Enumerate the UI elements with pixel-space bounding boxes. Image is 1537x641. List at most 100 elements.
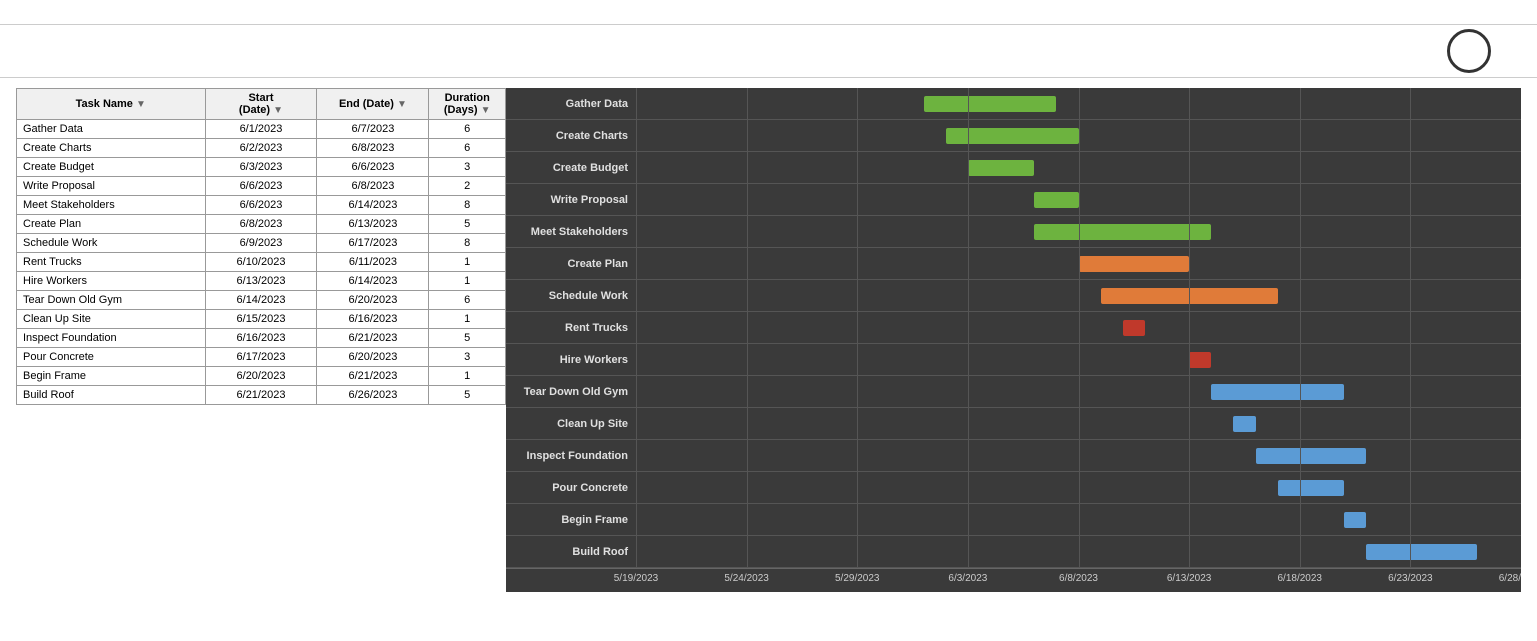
task-duration: 5 [429,329,506,348]
main-content: Task Name ▼ Start(Date) ▼ End (Date) ▼ D… [0,78,1537,602]
gantt-axis-date: 6/23/2023 [1388,573,1433,584]
th-start: Start(Date) ▼ [205,89,317,120]
table-row: Hire Workers 6/13/2023 6/14/2023 1 [17,272,506,291]
task-name: Create Charts [17,139,206,158]
gantt-axis-date: 6/18/2023 [1278,573,1323,584]
task-start: 6/10/2023 [205,253,317,272]
gantt-container: Gather DataCreate ChartsCreate BudgetWri… [506,88,1521,592]
gantt-vline [636,88,637,120]
gantt-axis-date: 6/3/2023 [948,573,987,584]
gantt-vline [1189,184,1190,216]
gantt-bar [1189,352,1211,368]
task-duration: 1 [429,253,506,272]
gantt-vline [636,120,637,152]
gantt-axis-date: 5/29/2023 [835,573,880,584]
dur-filter-icon[interactable]: ▼ [481,105,491,116]
gantt-vline [636,536,637,568]
gantt-vline [1410,120,1411,152]
task-start: 6/20/2023 [205,367,317,386]
gantt-vline [968,536,969,568]
task-start: 6/9/2023 [205,234,317,253]
gantt-vline [1189,248,1190,280]
gantt-vline [747,344,748,376]
task-duration: 6 [429,291,506,310]
gantt-vline [968,248,969,280]
gantt-vline [636,376,637,408]
gantt-vline [747,88,748,120]
gantt-vline [857,216,858,248]
gantt-task-label: Create Charts [506,130,636,142]
gantt-vline [1079,472,1080,504]
gantt-bar [1034,192,1078,208]
gantt-vline [857,248,858,280]
gantt-vline [857,280,858,312]
gantt-vline [968,216,969,248]
gantt-bar [1366,544,1477,560]
th-task: Task Name ▼ [17,89,206,120]
gantt-vline [747,504,748,536]
gantt-vline [1079,504,1080,536]
gantt-bars [636,536,1521,568]
task-start: 6/1/2023 [205,120,317,139]
task-duration: 2 [429,177,506,196]
gantt-vline [1410,504,1411,536]
gantt-vline [747,536,748,568]
gantt-vline [747,216,748,248]
gantt-vline [857,312,858,344]
gantt-vline [1300,184,1301,216]
gantt-vline [636,280,637,312]
task-end: 6/26/2023 [317,386,429,405]
gantt-bar [1211,384,1344,400]
gantt-vline [1300,536,1301,568]
gantt-vline [857,408,858,440]
task-duration: 1 [429,310,506,329]
task-name: Tear Down Old Gym [17,291,206,310]
gantt-bars [636,248,1521,280]
task-start: 6/6/2023 [205,196,317,215]
gantt-vline [857,88,858,120]
gantt-vline [857,536,858,568]
table-row: Build Roof 6/21/2023 6/26/2023 5 [17,386,506,405]
task-filter-icon[interactable]: ▼ [136,99,146,110]
start-filter-icon[interactable]: ▼ [273,105,283,116]
gantt-vline [1079,312,1080,344]
table-row: Create Budget 6/3/2023 6/6/2023 3 [17,158,506,177]
gantt-row: Tear Down Old Gym [506,376,1521,408]
table-row: Create Plan 6/8/2023 6/13/2023 5 [17,215,506,234]
gantt-vline [1410,408,1411,440]
gantt-vline [1189,88,1190,120]
gantt-vline [1410,216,1411,248]
gantt-vline [636,152,637,184]
gantt-vline [636,344,637,376]
table-row: Pour Concrete 6/17/2023 6/20/2023 3 [17,348,506,367]
gantt-vline [1300,312,1301,344]
table-row: Write Proposal 6/6/2023 6/8/2023 2 [17,177,506,196]
gantt-vline [1189,440,1190,472]
gantt-vline [636,472,637,504]
gantt-vline [1300,88,1301,120]
task-end: 6/20/2023 [317,348,429,367]
task-name: Gather Data [17,120,206,139]
task-end: 6/16/2023 [317,310,429,329]
gantt-vline [1300,152,1301,184]
gantt-vline [636,216,637,248]
gantt-vline [747,248,748,280]
task-duration: 8 [429,234,506,253]
gantt-bar [1079,256,1190,272]
gantt-task-label: Rent Trucks [506,322,636,334]
gantt-vline [636,184,637,216]
gantt-vline [1410,248,1411,280]
task-duration: 6 [429,120,506,139]
task-end: 6/20/2023 [317,291,429,310]
gantt-vline [968,184,969,216]
gantt-vline [1079,440,1080,472]
task-duration: 3 [429,348,506,367]
end-filter-icon[interactable]: ▼ [397,99,407,110]
gantt-task-label: Meet Stakeholders [506,226,636,238]
gantt-bar [1278,480,1344,496]
gantt-axis: 5/19/20235/24/20235/29/20236/3/20236/8/2… [506,568,1521,592]
task-start: 6/6/2023 [205,177,317,196]
gantt-vline [1189,120,1190,152]
task-duration: 3 [429,158,506,177]
task-end: 6/6/2023 [317,158,429,177]
